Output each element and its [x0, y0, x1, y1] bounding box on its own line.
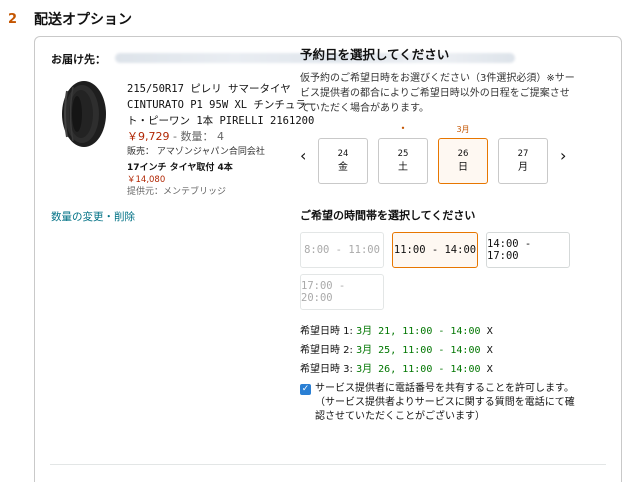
seller-text: 販売： アマゾンジャパン合同会社	[127, 147, 265, 157]
service-name: 17インチ タイヤ取付 4本	[127, 163, 233, 173]
change-quantity-link[interactable]: 数量の変更・削除	[51, 209, 135, 224]
day-col-25: • 25 土	[378, 124, 428, 184]
product-details: 215/50R17 ピレリ サマータイヤ CINTURATO P1 95W XL…	[127, 81, 327, 199]
preference-3: 希望日時 3: 3月 26, 11:00 - 14:00 X	[300, 364, 493, 375]
date-picker: ‹ 24 金 • 25 土 3月 26 日 27 月 ›	[300, 124, 580, 188]
chevron-right-icon[interactable]: ›	[560, 146, 566, 165]
time-slot-14-17[interactable]: 14:00 - 17:00	[486, 232, 570, 268]
preference-1: 希望日時 1: 3月 21, 11:00 - 14:00 X	[300, 326, 493, 337]
phone-consent: ✓ サービス提供者に電話番号を共有することを許可します。（サービス提供者よりサー…	[300, 382, 576, 424]
chevron-left-icon[interactable]: ‹	[300, 146, 306, 165]
remove-preference-1-button[interactable]: X	[487, 326, 493, 337]
divider	[50, 464, 606, 465]
provider-text: 提供元：メンテブリッジ	[127, 187, 227, 197]
day-col-24: 24 金	[318, 124, 368, 184]
service-price: ￥14,080	[127, 175, 166, 185]
remove-preference-2-button[interactable]: X	[487, 345, 493, 356]
remove-preference-3-button[interactable]: X	[487, 364, 493, 375]
day-col-26: 3月 26 日	[438, 124, 488, 184]
product-title[interactable]: 215/50R17 ピレリ サマータイヤ CINTURATO P1 95W XL…	[127, 81, 327, 129]
month-label: 3月	[456, 125, 470, 134]
time-slot-11-14[interactable]: 11:00 - 14:00	[392, 232, 478, 268]
date-option-27[interactable]: 27 月	[498, 138, 548, 184]
phone-consent-checkbox[interactable]: ✓	[300, 384, 311, 395]
section-header: 2 配送オプション	[8, 8, 132, 30]
quantity-text: - 数量： 4	[173, 130, 224, 143]
section-title: 配送オプション	[34, 12, 132, 28]
reservation-heading: 予約日を選択してください	[300, 47, 450, 62]
price-quantity-line: ￥9,729 - 数量： 4	[127, 129, 327, 145]
date-option-26-selected[interactable]: 26 日	[438, 138, 488, 184]
time-heading: ご希望の時間帯を選択してください	[300, 209, 476, 222]
dot-indicator: •	[400, 124, 406, 133]
step-number: 2	[8, 11, 18, 27]
time-slot-8-11[interactable]: 8:00 - 11:00	[300, 232, 384, 268]
product-price: ￥9,729	[127, 130, 170, 143]
reservation-note: 仮予約のご希望日時をお選びください（3件選択必須）※サービス提供者の都合によりご…	[300, 73, 575, 114]
day-col-27: 27 月	[498, 124, 548, 184]
reservation-column: 予約日を選択してください 仮予約のご希望日時をお選びください（3件選択必須）※サ…	[300, 44, 580, 116]
time-slot-17-20[interactable]: 17:00 - 20:00	[300, 274, 384, 310]
date-option-24[interactable]: 24 金	[318, 138, 368, 184]
ship-to-label: お届け先：	[51, 53, 106, 66]
tire-product-image	[62, 81, 106, 147]
date-option-25[interactable]: 25 土	[378, 138, 428, 184]
phone-consent-text: サービス提供者に電話番号を共有することを許可します。（サービス提供者よりサービス…	[315, 383, 575, 422]
preference-2: 希望日時 2: 3月 25, 11:00 - 14:00 X	[300, 345, 493, 356]
